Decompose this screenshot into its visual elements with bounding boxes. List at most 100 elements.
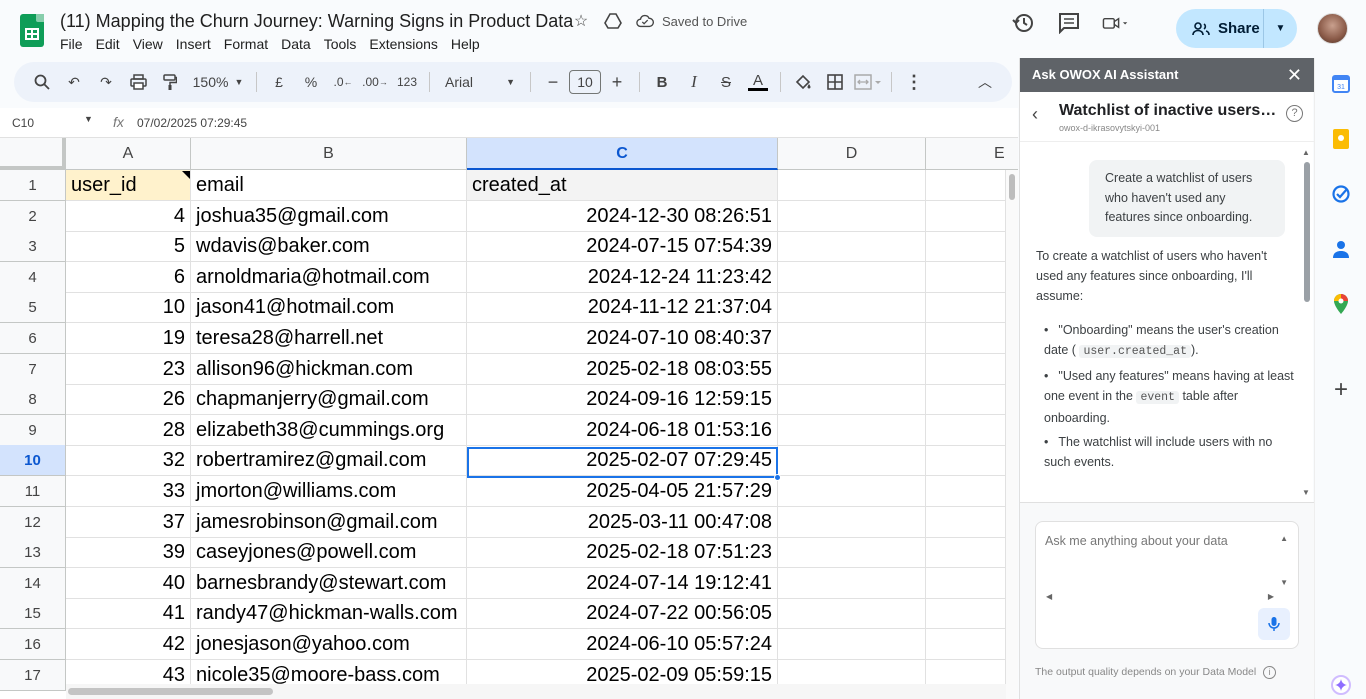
row-header[interactable]: 8 [0, 384, 66, 416]
cell-created-at[interactable]: 2025-02-18 07:51:23 [467, 537, 778, 569]
cell-user-id[interactable]: 6 [66, 261, 191, 293]
font-size-decrease-button[interactable]: − [540, 69, 566, 95]
cell-empty[interactable] [778, 384, 926, 416]
cell-email[interactable]: barnesbrandy@stewart.com [191, 567, 467, 599]
cell-user-id[interactable]: 5 [66, 231, 191, 263]
cell-user-id[interactable]: 37 [66, 506, 191, 538]
keep-icon[interactable] [1331, 129, 1351, 149]
select-all-corner[interactable] [0, 138, 66, 170]
decrease-decimal-button[interactable]: .0 ← [330, 69, 356, 95]
number-format-button[interactable]: 123 [394, 69, 420, 95]
cell-email[interactable]: teresa28@harrell.net [191, 323, 467, 354]
menu-file[interactable]: File [60, 36, 91, 52]
cell-user-id[interactable]: 26 [66, 384, 191, 416]
cell-user-id[interactable]: 4 [66, 200, 191, 232]
cell-email[interactable]: jason41@hotmail.com [191, 292, 467, 324]
avatar[interactable] [1317, 13, 1348, 44]
cell-created-at[interactable]: 2025-03-11 00:47:08 [467, 506, 778, 538]
cell-empty[interactable] [778, 231, 926, 263]
cell-created-at[interactable]: 2024-07-22 00:56:05 [467, 598, 778, 630]
cell-email[interactable]: chapmanjerry@gmail.com [191, 384, 467, 416]
row-header[interactable]: 5 [0, 292, 66, 324]
cell-user-id[interactable]: 41 [66, 598, 191, 630]
zoom-select[interactable]: 150% ▼ [189, 69, 247, 95]
add-addon-icon[interactable]: + [1331, 376, 1351, 403]
cell-empty[interactable] [778, 261, 926, 293]
redo-icon[interactable]: ↷ [93, 69, 119, 95]
menu-data[interactable]: Data [281, 36, 319, 52]
cell-user-id[interactable]: 19 [66, 323, 191, 354]
calendar-icon[interactable]: 31 [1331, 74, 1351, 94]
cell-created-at[interactable]: 2025-02-18 08:03:55 [467, 353, 778, 385]
menu-edit[interactable]: Edit [96, 36, 128, 52]
info-icon[interactable]: i [1263, 666, 1277, 679]
version-history-icon[interactable] [1010, 10, 1036, 36]
comments-icon[interactable] [1056, 10, 1082, 36]
document-title[interactable]: (11) Mapping the Churn Journey: Warning … [60, 11, 573, 32]
sheets-logo-icon[interactable] [20, 14, 44, 47]
microphone-icon[interactable] [1258, 608, 1290, 640]
cell-empty[interactable] [778, 353, 926, 385]
cell-empty[interactable] [778, 567, 926, 599]
cell-created-at[interactable]: 2024-07-14 19:12:41 [467, 567, 778, 599]
cell-email[interactable]: randy47@hickman-walls.com [191, 598, 467, 630]
star-icon[interactable]: ☆ [572, 12, 590, 30]
cell-user-id[interactable]: 40 [66, 567, 191, 599]
cell-user-id[interactable]: 33 [66, 476, 191, 507]
row-header[interactable]: 3 [0, 231, 66, 263]
cell-empty[interactable] [778, 598, 926, 630]
cell-email[interactable]: allison96@hickman.com [191, 353, 467, 385]
cell-created-at[interactable]: 2024-09-16 12:59:15 [467, 384, 778, 416]
cell-email[interactable]: joshua35@gmail.com [191, 200, 467, 232]
row-header[interactable]: 13 [0, 537, 66, 569]
currency-format-button[interactable]: £ [266, 69, 292, 95]
help-icon[interactable]: ? [1286, 105, 1303, 122]
cell-empty[interactable] [778, 200, 926, 232]
collapse-menus-icon[interactable]: ︿ [972, 69, 998, 95]
close-icon[interactable]: ✕ [1287, 58, 1302, 92]
cell-empty[interactable] [778, 445, 926, 477]
menu-extensions[interactable]: Extensions [369, 36, 445, 52]
cell-created-at[interactable]: 2024-06-10 05:57:24 [467, 629, 778, 660]
cell-email[interactable]: elizabeth38@cummings.org [191, 414, 467, 446]
gemini-icon[interactable] [1331, 675, 1351, 695]
cell-user-id[interactable]: 10 [66, 292, 191, 324]
row-header[interactable]: 9 [0, 414, 66, 446]
row-header[interactable]: 7 [0, 353, 66, 385]
cell-empty[interactable] [778, 323, 926, 354]
font-size-increase-button[interactable]: + [604, 69, 630, 95]
scroll-up-icon[interactable]: ▲ [1280, 534, 1288, 543]
font-select[interactable]: Arial ▼ [439, 69, 521, 95]
share-dropdown-icon[interactable]: ▼ [1264, 23, 1297, 34]
print-icon[interactable] [125, 69, 151, 95]
cell-empty[interactable] [778, 414, 926, 446]
column-header-a[interactable]: A [66, 138, 191, 170]
cell-email[interactable]: jmorton@williams.com [191, 476, 467, 507]
cell-empty[interactable] [778, 476, 926, 507]
fill-handle[interactable] [774, 474, 781, 481]
cell-email[interactable]: jamesrobinson@gmail.com [191, 506, 467, 538]
chat-input[interactable]: Ask me anything about your data ▲ ▼ ◀ ▶ [1035, 521, 1299, 649]
name-box[interactable]: C10 [12, 116, 34, 130]
row-header[interactable]: 2 [0, 200, 66, 232]
row-header[interactable]: 6 [0, 323, 66, 354]
cell-user-id[interactable]: 23 [66, 353, 191, 385]
cell-user-id[interactable]: 42 [66, 629, 191, 660]
text-color-icon[interactable]: A [745, 69, 771, 95]
row-header[interactable]: 15 [0, 598, 66, 630]
more-options-icon[interactable]: ⋮ [901, 69, 927, 95]
cell-empty[interactable] [778, 629, 926, 660]
chat-scrollbar[interactable]: ▲ ▼ [1301, 146, 1313, 502]
cell-user-id[interactable]: 39 [66, 537, 191, 569]
row-header[interactable]: 17 [0, 659, 66, 691]
column-header-e[interactable]: E [926, 138, 1018, 170]
paint-format-icon[interactable] [157, 69, 183, 95]
cell-email[interactable]: wdavis@baker.com [191, 231, 467, 263]
cell-created-at[interactable]: 2024-07-10 08:40:37 [467, 323, 778, 354]
row-header[interactable]: 12 [0, 506, 66, 538]
bold-icon[interactable]: B [649, 69, 675, 95]
cell-empty[interactable] [778, 506, 926, 538]
cell-user-id[interactable]: 28 [66, 414, 191, 446]
tasks-icon[interactable] [1331, 184, 1351, 204]
row-header[interactable]: 10 [0, 445, 66, 477]
